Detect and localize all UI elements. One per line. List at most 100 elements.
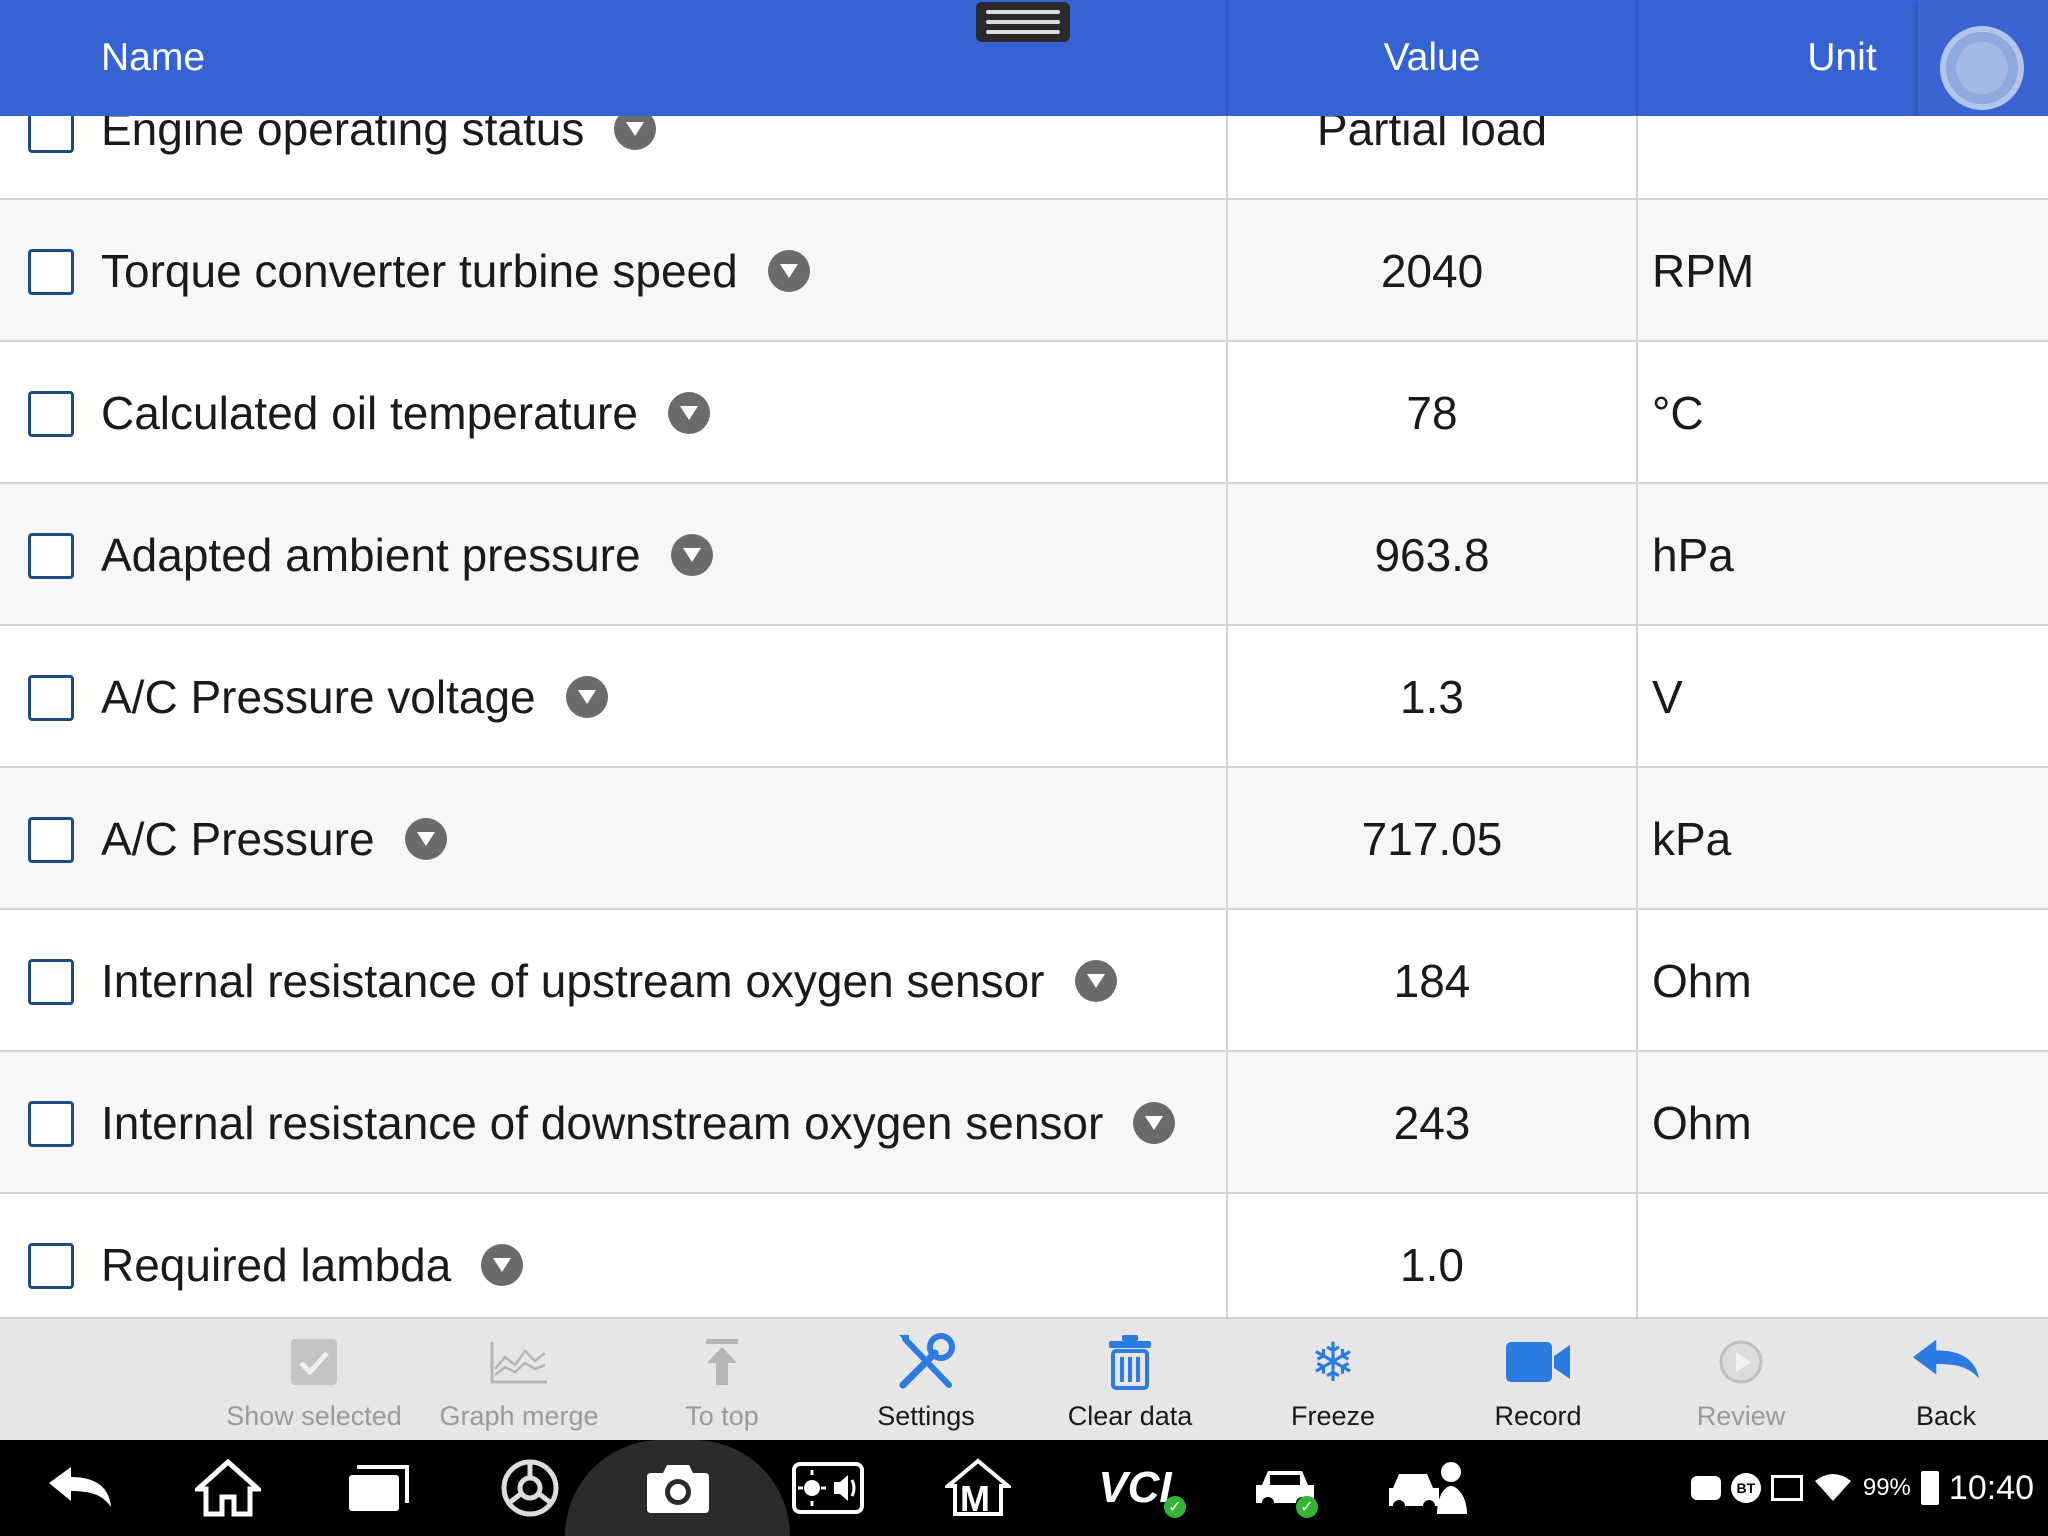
parameter-unit: °C: [1652, 387, 1704, 439]
row-checkbox[interactable]: [28, 959, 74, 1005]
parameter-name: Engine operating status: [101, 116, 657, 200]
table-row[interactable]: Required lambda 1.0: [0, 1194, 2048, 1317]
parameter-name: Torque converter turbine speed: [101, 200, 810, 342]
parameter-value: 1.3: [1400, 671, 1464, 723]
parameter-value: 1.0: [1400, 1239, 1464, 1291]
home-icon[interactable]: [188, 1440, 268, 1536]
brightness-volume-icon[interactable]: [788, 1440, 868, 1536]
review-button[interactable]: Review: [1641, 1319, 1841, 1442]
parameter-name: Internal resistance of downstream oxygen…: [101, 1052, 1176, 1194]
status-bar: BT 99% 10:40: [1690, 1440, 2034, 1536]
table-row[interactable]: Calculated oil temperature 78 °C: [0, 342, 2048, 484]
car-service-icon[interactable]: [1384, 1440, 1474, 1536]
parameter-name-text: A/C Pressure: [101, 813, 375, 865]
dropdown-caret-icon[interactable]: [670, 534, 713, 576]
row-checkbox[interactable]: [28, 1243, 74, 1289]
record-label: Record: [1494, 1401, 1582, 1431]
play-circle-icon: [1706, 1329, 1776, 1395]
parameter-value: 963.8: [1374, 529, 1490, 581]
car-check-icon[interactable]: ✓: [1240, 1440, 1330, 1536]
recent-apps-icon[interactable]: [338, 1440, 418, 1536]
parameter-name: Adapted ambient pressure: [101, 484, 713, 626]
parameter-name-text: A/C Pressure voltage: [101, 671, 536, 723]
clear-data-button[interactable]: Clear data: [1030, 1319, 1230, 1442]
graph-merge-button[interactable]: Graph merge: [419, 1319, 619, 1442]
parameter-unit: RPM: [1652, 245, 1755, 297]
dropdown-caret-icon[interactable]: [404, 818, 447, 860]
parameter-name-text: Adapted ambient pressure: [101, 529, 641, 581]
back-button[interactable]: Back: [1846, 1319, 2046, 1442]
drag-handle-icon[interactable]: [976, 2, 1070, 42]
table-row[interactable]: Torque converter turbine speed 2040 RPM: [0, 200, 2048, 342]
graph-merge-label: Graph merge: [439, 1401, 599, 1431]
bottom-toolbar: Show selected Graph merge To top Setting…: [0, 1317, 2048, 1440]
browser-icon[interactable]: [490, 1440, 570, 1536]
parameter-unit: kPa: [1652, 813, 1732, 865]
clear-data-label: Clear data: [1067, 1401, 1193, 1431]
parameter-name-text: Required lambda: [101, 1239, 452, 1291]
back-icon[interactable]: [40, 1440, 120, 1536]
vci-label: VCI: [1098, 1463, 1172, 1512]
dropdown-caret-icon[interactable]: [565, 676, 608, 718]
dropdown-caret-icon[interactable]: [1133, 1102, 1176, 1144]
row-checkbox[interactable]: [28, 675, 74, 721]
parameter-name-text: Engine operating status: [101, 116, 585, 155]
live-data-table: Engine operating status Partial load Tor…: [0, 116, 2048, 1317]
parameter-name: A/C Pressure voltage: [101, 626, 608, 768]
parameter-value: 2040: [1380, 245, 1484, 297]
dropdown-caret-icon[interactable]: [614, 116, 657, 150]
table-row[interactable]: A/C Pressure 717.05 kPa: [0, 768, 2048, 910]
maxifix-icon[interactable]: M: [938, 1440, 1018, 1536]
value-column-header: Value: [1383, 36, 1481, 79]
parameter-value: Partial load: [1316, 116, 1548, 155]
show-selected-button[interactable]: Show selected: [214, 1319, 414, 1442]
table-row[interactable]: A/C Pressure voltage 1.3 V: [0, 626, 2048, 768]
battery-percent: 99%: [1862, 1474, 1911, 1501]
parameter-name-text: Torque converter turbine speed: [101, 245, 738, 297]
table-row[interactable]: Internal resistance of downstream oxygen…: [0, 1052, 2048, 1194]
show-selected-label: Show selected: [226, 1401, 402, 1431]
parameter-value: 78: [1406, 387, 1458, 439]
floating-assistive-button[interactable]: [1918, 0, 2048, 128]
dropdown-caret-icon[interactable]: [667, 392, 710, 434]
dropdown-caret-icon[interactable]: [767, 250, 810, 292]
camera-icon[interactable]: [638, 1440, 718, 1536]
bluetooth-badge: BT: [1730, 1473, 1761, 1503]
wifi-icon: [1814, 1474, 1851, 1501]
network-disconnected-icon: [1770, 1475, 1803, 1501]
parameter-name: Calculated oil temperature: [101, 342, 710, 484]
graph-icon: [484, 1329, 554, 1395]
review-label: Review: [1696, 1401, 1786, 1431]
freeze-label: Freeze: [1290, 1401, 1376, 1431]
vci-icon[interactable]: VCI ✓: [1080, 1440, 1190, 1536]
parameter-unit: V: [1652, 671, 1683, 723]
dropdown-caret-icon[interactable]: [481, 1244, 524, 1286]
chat-icon: [1690, 1476, 1721, 1500]
row-checkbox[interactable]: [28, 817, 74, 863]
to-top-label: To top: [685, 1401, 759, 1431]
dropdown-caret-icon[interactable]: [1074, 960, 1117, 1002]
parameter-value: 717.05: [1361, 813, 1503, 865]
to-top-button[interactable]: To top: [622, 1319, 822, 1442]
row-checkbox[interactable]: [28, 249, 74, 295]
table-row[interactable]: Adapted ambient pressure 963.8 hPa: [0, 484, 2048, 626]
parameter-unit: Ohm: [1652, 1097, 1752, 1149]
back-label: Back: [1915, 1401, 1977, 1431]
table-row[interactable]: Internal resistance of upstream oxygen s…: [0, 910, 2048, 1052]
freeze-button[interactable]: ❄ Freeze: [1233, 1319, 1433, 1442]
row-checkbox[interactable]: [28, 116, 74, 153]
car-check-badge-icon: ✓: [1296, 1496, 1318, 1518]
table-row[interactable]: Engine operating status Partial load: [0, 116, 2048, 200]
snowflake-icon: ❄: [1310, 1332, 1356, 1393]
wrench-screwdriver-icon: [891, 1329, 961, 1395]
parameter-name-text: Calculated oil temperature: [101, 387, 638, 439]
settings-button[interactable]: Settings: [826, 1319, 1026, 1442]
arrow-to-top-icon: [687, 1329, 757, 1395]
row-checkbox[interactable]: [28, 1101, 74, 1147]
trash-icon: [1095, 1329, 1165, 1395]
parameter-value: 243: [1393, 1097, 1471, 1149]
maxifix-label: M: [960, 1478, 990, 1519]
record-button[interactable]: Record: [1438, 1319, 1638, 1442]
row-checkbox[interactable]: [28, 391, 74, 437]
row-checkbox[interactable]: [28, 533, 74, 579]
